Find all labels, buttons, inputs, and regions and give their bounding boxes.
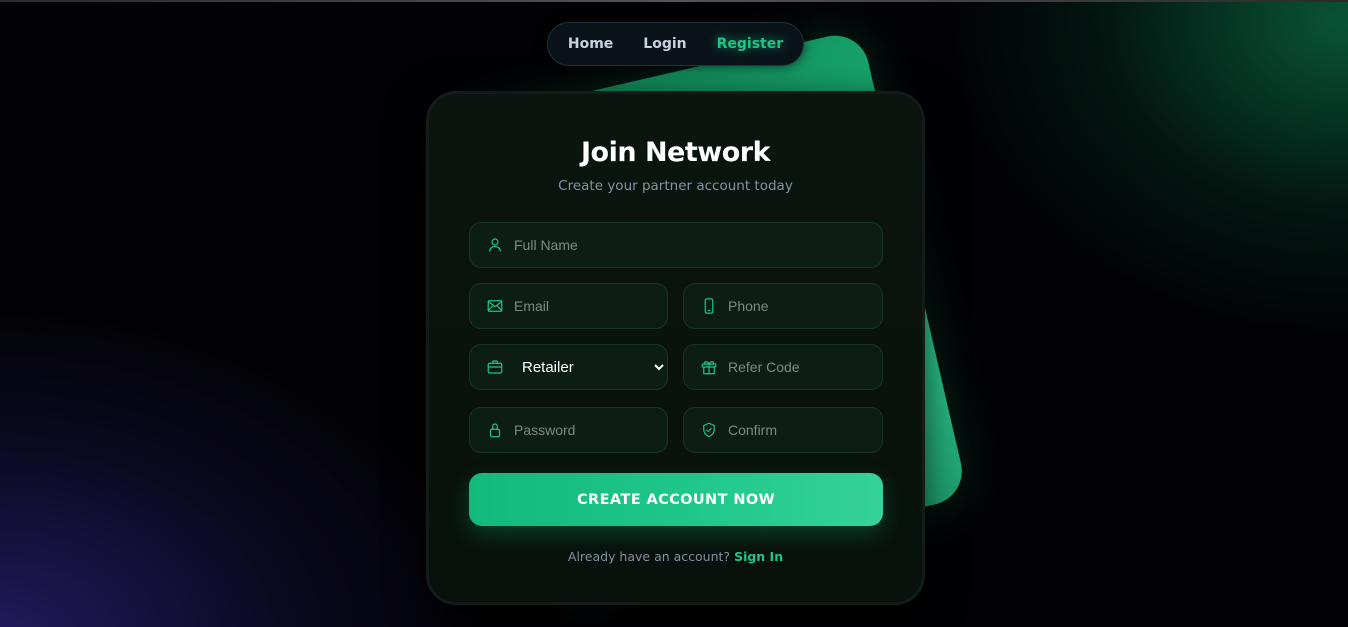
sign-in-link[interactable]: Sign In: [734, 549, 783, 564]
password-input[interactable]: [514, 422, 667, 438]
nav-link-register[interactable]: Register: [717, 36, 784, 52]
confirm-password-field[interactable]: [683, 407, 883, 453]
password-field[interactable]: [469, 407, 668, 453]
gift-icon: [700, 358, 718, 376]
nav-link-home[interactable]: Home: [568, 36, 613, 52]
phone-field[interactable]: [683, 283, 883, 329]
refer-code-input[interactable]: [728, 359, 882, 375]
briefcase-icon: [486, 358, 504, 376]
full-name-field[interactable]: [469, 222, 883, 268]
sign-in-prompt: Already have an account? Sign In: [429, 549, 922, 564]
email-field[interactable]: [469, 283, 668, 329]
user-icon: [486, 236, 504, 254]
role-field[interactable]: Retailer: [469, 344, 668, 390]
full-name-input[interactable]: [514, 237, 882, 253]
lock-icon: [486, 421, 504, 439]
sign-in-prompt-text: Already have an account?: [567, 549, 731, 564]
phone-icon: [700, 297, 718, 315]
email-input[interactable]: [514, 298, 667, 314]
form-title: Join Network: [580, 137, 771, 168]
role-select[interactable]: Retailer: [518, 357, 667, 377]
top-navbar: Home Login Register: [547, 22, 804, 66]
nav-link-login[interactable]: Login: [643, 36, 686, 52]
mail-icon: [486, 297, 504, 315]
shield-check-icon: [700, 421, 718, 439]
create-account-button[interactable]: CREATE ACCOUNT NOW: [469, 473, 883, 526]
refer-code-field[interactable]: [683, 344, 883, 390]
register-card: Join Network Create your partner account…: [426, 91, 925, 605]
phone-input[interactable]: [728, 298, 882, 314]
form-subtitle: Create your partner account today: [558, 178, 793, 194]
confirm-password-input[interactable]: [728, 422, 882, 438]
top-border-line: [0, 0, 1348, 2]
